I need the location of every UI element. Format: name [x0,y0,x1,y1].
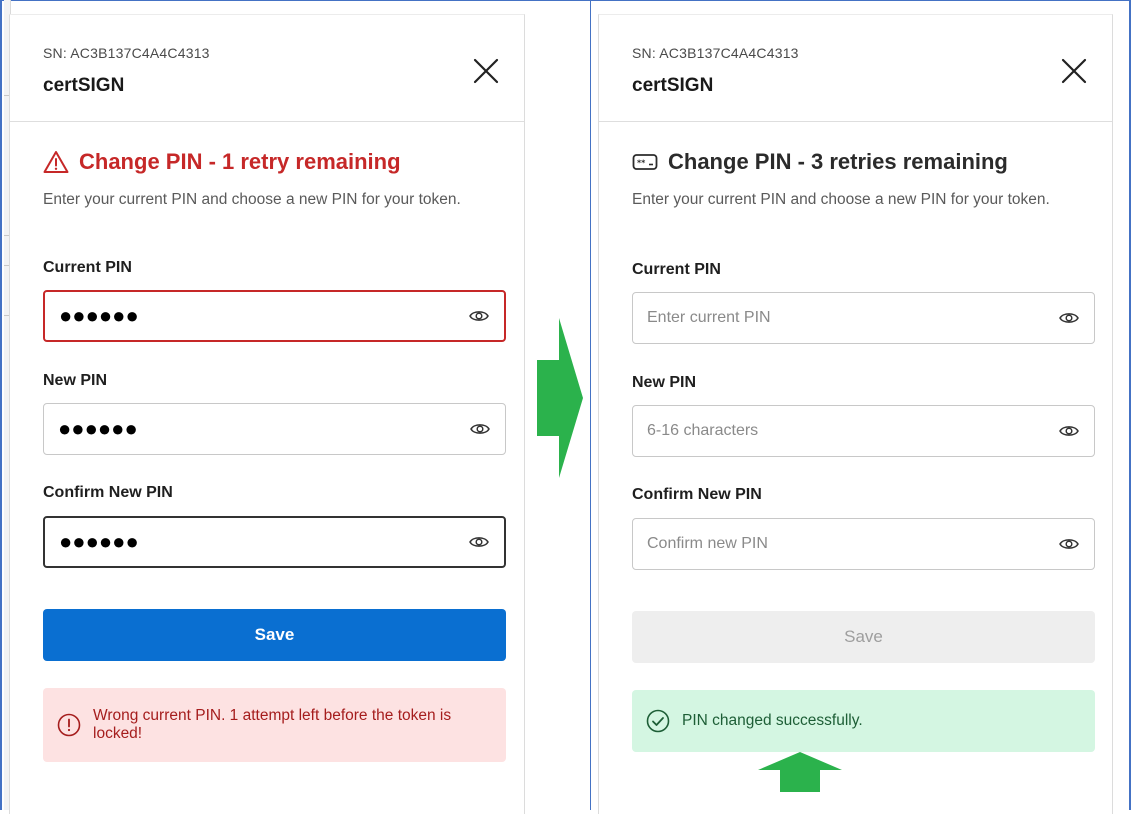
change-pin-dialog-error: SN: AC3B137C4A4C4313 certSIGN Change PIN… [9,14,525,814]
show-password-eye-icon[interactable] [1058,307,1080,329]
new-pin-input[interactable]: ●●●●●● [43,403,506,455]
current-pin-label: Current PIN [43,259,132,276]
show-password-eye-icon[interactable] [468,531,490,553]
show-password-eye-icon[interactable] [469,418,491,440]
confirm-pin-value: ●●●●●● [59,529,139,554]
confirm-pin-label: Confirm New PIN [632,486,762,503]
dialog-header: SN: AC3B137C4A4C4313 certSIGN [10,15,524,122]
error-circle-icon [57,713,81,737]
show-password-eye-icon[interactable] [468,305,490,327]
dialog-title-text: Change PIN - 3 retries remaining [668,149,1008,174]
current-pin-value: ●●●●●● [59,303,139,328]
dialog-title: Change PIN - 1 retry remaining [43,149,401,175]
password-field-icon: ** [632,154,658,170]
current-pin-input[interactable]: Enter current PIN [632,292,1095,344]
new-pin-label: New PIN [43,372,108,389]
dialog-title-text: Change PIN - 1 retry remaining [79,149,401,174]
close-icon[interactable] [1058,55,1090,87]
change-pin-dialog-success: SN: AC3B137C4A4C4313 certSIGN ** Change … [598,14,1113,814]
show-password-eye-icon[interactable] [1058,533,1080,555]
transition-arrow-icon [537,318,583,478]
new-pin-placeholder: 6-16 characters [647,422,759,439]
new-pin-label: New PIN [632,374,697,391]
dialog-header: SN: AC3B137C4A4C4313 certSIGN [599,15,1112,122]
frame-border-left [0,0,2,810]
serial-number: SN: AC3B137C4A4C4313 [632,45,799,61]
current-pin-label: Current PIN [632,261,721,278]
confirm-pin-input[interactable]: ●●●●●● [43,516,506,568]
confirm-pin-placeholder: Confirm new PIN [647,535,768,552]
check-circle-icon [646,709,670,733]
error-alert-text: Wrong current PIN. 1 attempt left before… [93,707,452,742]
highlight-arrow-icon [758,752,842,792]
current-pin-input[interactable]: ●●●●●● [43,290,506,342]
token-brand: certSIGN [632,75,714,96]
dialog-subtitle: Enter your current PIN and choose a new … [43,191,461,208]
svg-text:**: ** [637,159,646,168]
serial-number: SN: AC3B137C4A4C4313 [43,45,210,61]
dialog-title: ** Change PIN - 3 retries remaining [632,149,1008,175]
warning-triangle-icon [43,151,69,173]
success-alert: PIN changed successfully. [632,690,1095,752]
save-button[interactable]: Save [632,611,1095,663]
error-alert: Wrong current PIN. 1 attempt left before… [43,688,506,762]
confirm-pin-label: Confirm New PIN [43,484,173,501]
token-brand: certSIGN [43,75,125,96]
show-password-eye-icon[interactable] [1058,420,1080,442]
confirm-pin-input[interactable]: Confirm new PIN [632,518,1095,570]
frame-divider [590,0,591,810]
close-icon[interactable] [470,55,502,87]
frame-border-top [0,0,1131,1]
success-alert-text: PIN changed successfully. [682,712,863,729]
new-pin-value: ●●●●●● [58,416,138,441]
dialog-subtitle: Enter your current PIN and choose a new … [632,191,1050,208]
new-pin-input[interactable]: 6-16 characters [632,405,1095,457]
save-button[interactable]: Save [43,609,506,661]
current-pin-placeholder: Enter current PIN [647,309,771,326]
